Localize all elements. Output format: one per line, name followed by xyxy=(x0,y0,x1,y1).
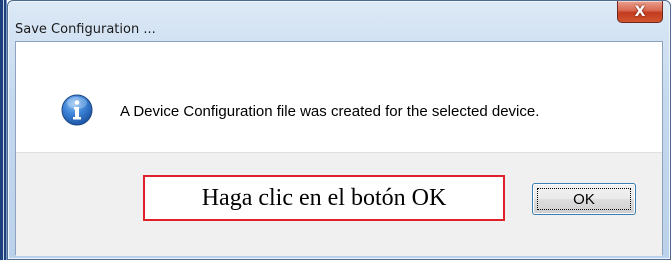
dialog-client-area: A Device Configuration file was created … xyxy=(15,41,663,256)
title-bar[interactable]: Save Configuration ... X xyxy=(8,1,670,41)
ok-button[interactable]: OK xyxy=(532,183,636,215)
close-button[interactable]: X xyxy=(617,1,663,23)
instruction-callout: Haga clic en el botón OK xyxy=(143,175,505,221)
background-window-edge xyxy=(0,0,7,260)
close-icon: X xyxy=(634,3,646,20)
screen: Save Configuration ... X A Device Config… xyxy=(0,0,671,260)
dialog-window: Save Configuration ... X A Device Config… xyxy=(7,0,671,260)
dialog-message: A Device Configuration file was created … xyxy=(120,103,540,120)
ok-button-label: OK xyxy=(573,190,595,208)
button-footer: Haga clic en el botón OK OK xyxy=(16,152,662,256)
message-area: A Device Configuration file was created … xyxy=(16,42,662,152)
info-icon xyxy=(61,94,93,126)
window-title: Save Configuration ... xyxy=(15,22,156,37)
